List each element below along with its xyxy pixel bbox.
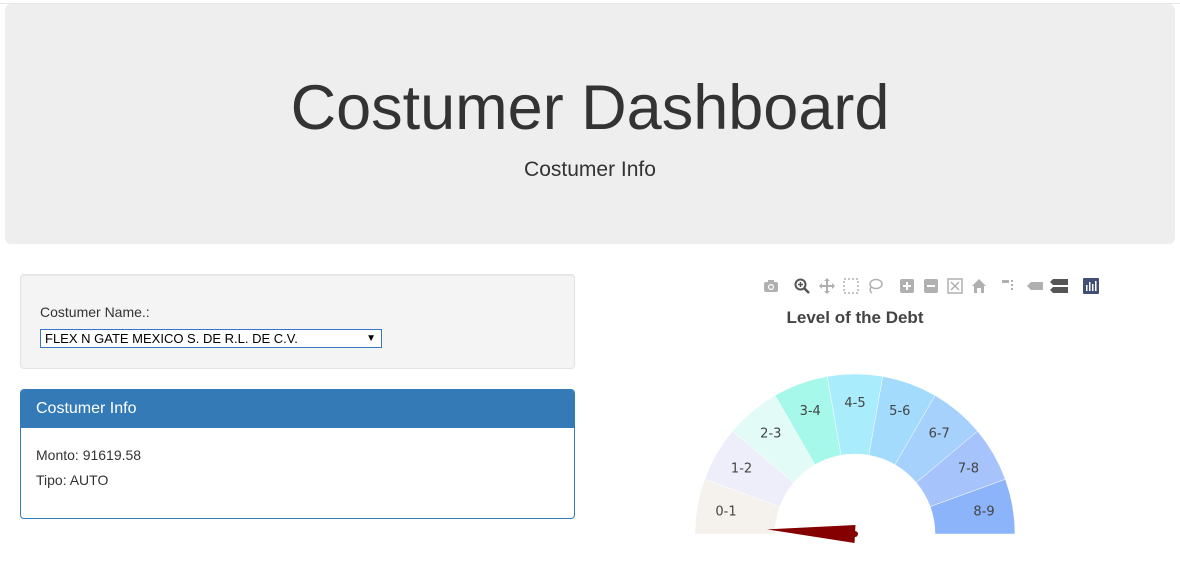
header-banner: Costumer Dashboard Costumer Info (5, 4, 1175, 244)
gauge-label-6-7: 6-7 (929, 427, 950, 442)
gauge-needle (767, 525, 856, 543)
hover-closest-icon[interactable] (1026, 277, 1044, 295)
autoscale-icon[interactable] (946, 277, 964, 295)
gauge-label-4-5: 4-5 (844, 396, 865, 411)
pan-icon[interactable] (818, 277, 836, 295)
plotly-logo-icon[interactable] (1082, 277, 1100, 295)
tipo-value: Tipo: AUTO (36, 472, 109, 488)
zoom-in-icon[interactable] (898, 277, 916, 295)
reset-axes-icon[interactable] (970, 277, 988, 295)
gauge-label-2-3: 2-3 (760, 427, 781, 442)
zoom-icon[interactable] (793, 277, 811, 295)
page-title: Costumer Dashboard (290, 73, 890, 143)
chart-title: Level of the Debt (786, 308, 924, 327)
box-select-icon[interactable] (842, 277, 860, 295)
gauge-label-0-1: 0-1 (715, 504, 736, 519)
gauge-needle-hub (852, 531, 858, 537)
gauge-label-8-9: 8-9 (973, 504, 994, 519)
gauge-label-3-4: 3-4 (800, 404, 821, 419)
customer-name-value: FLEX N GATE MEXICO S. DE R.L. DE C.V. (45, 331, 298, 346)
panel-heading: Costumer Info (21, 390, 574, 428)
customer-selector-panel: Costumer Name.: FLEX N GATE MEXICO S. DE… (20, 274, 575, 369)
panel-body: Monto: 91619.58 Tipo: AUTO (21, 428, 574, 508)
zoom-out-icon[interactable] (922, 277, 940, 295)
spike-lines-icon[interactable] (1000, 277, 1018, 295)
customer-name-select[interactable]: FLEX N GATE MEXICO S. DE R.L. DE C.V. ▼ (40, 329, 382, 348)
dropdown-arrow-icon: ▼ (366, 333, 376, 344)
monto-value: Monto: 91619.58 (36, 447, 142, 463)
gauge-label-7-8: 7-8 (958, 462, 979, 477)
customer-name-label: Costumer Name.: (40, 304, 150, 320)
page-subtitle: Costumer Info (524, 158, 656, 181)
gauge-label-1-2: 1-2 (731, 462, 752, 477)
customer-info-panel: Costumer Info Monto: 91619.58 Tipo: AUTO (20, 389, 575, 519)
gauge-label-5-6: 5-6 (889, 404, 910, 419)
hover-compare-icon[interactable] (1050, 277, 1068, 295)
camera-icon[interactable] (762, 277, 780, 295)
debt-gauge-chart: 0-1 1-2 2-3 3-4 4-5 5-6 6-7 7-8 8-9 (694, 373, 1016, 543)
lasso-icon[interactable] (866, 277, 884, 295)
